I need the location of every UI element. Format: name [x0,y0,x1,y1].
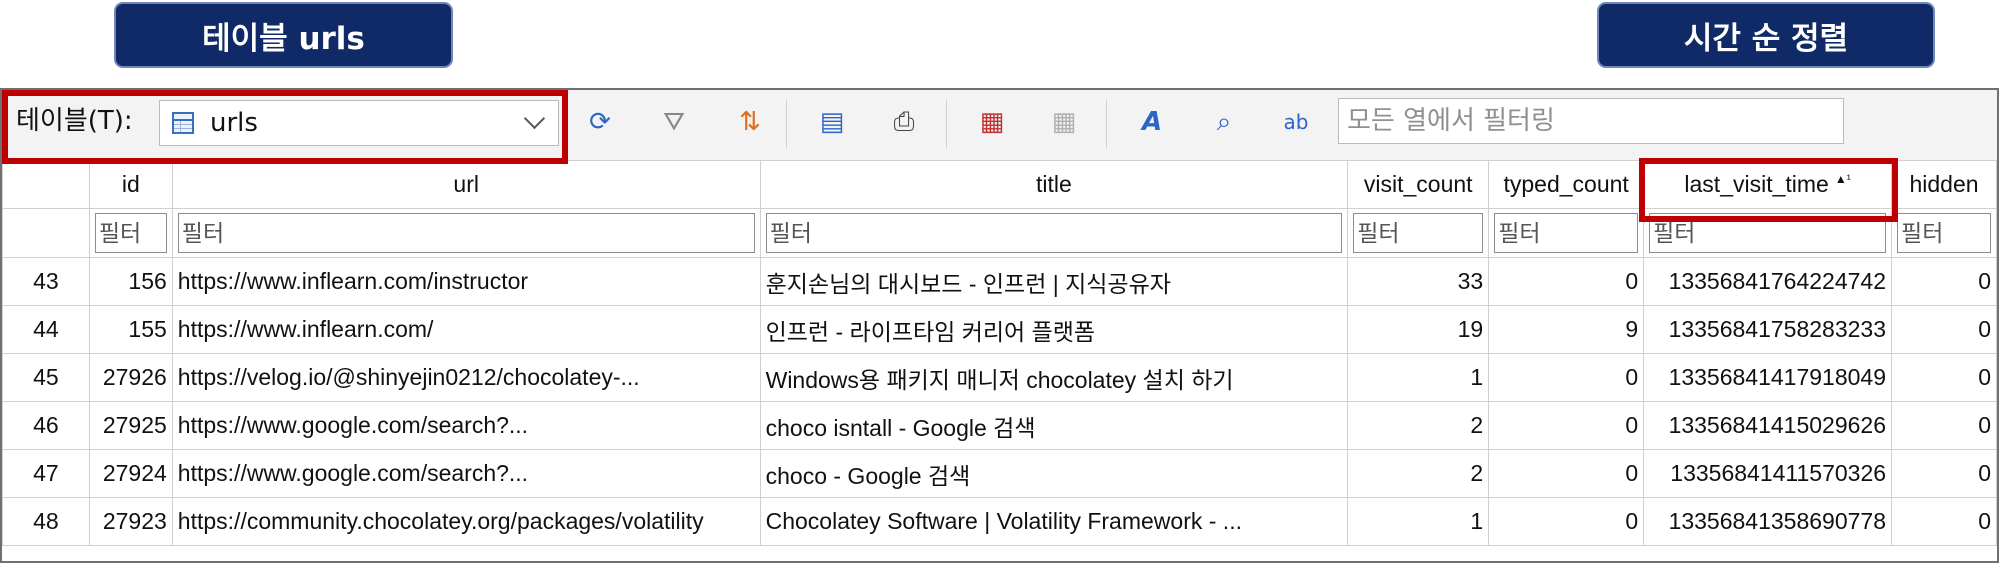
global-filter-input[interactable]: 모든 열에서 필터링 [1338,98,1844,144]
cell-url[interactable]: https://www.inflearn.com/ [171,305,761,354]
cell-visit-count[interactable]: 1 [1347,497,1490,546]
cell-title[interactable]: choco - Google 검색 [759,449,1349,498]
cell-url[interactable]: https://www.google.com/search?... [171,401,761,450]
row-number[interactable]: 43 [2,257,90,306]
cell-title[interactable]: Chocolatey Software | Volatility Framewo… [759,497,1349,546]
cell-url[interactable]: https://www.google.com/search?... [171,449,761,498]
cell-typed-count[interactable]: 0 [1488,449,1645,498]
column-header-visit-count[interactable]: visit_count [1347,160,1490,209]
clear-filter-icon[interactable]: ⛛ [654,102,694,142]
toolbar-separator [946,100,947,148]
table-row[interactable]: 44 155 https://www.inflearn.com/인프런 - 라이프타… [2,305,1997,354]
cell-hidden[interactable]: 0 [1891,353,1997,402]
cell-hidden[interactable]: 0 [1891,257,1997,306]
table-row[interactable]: 47 27924 https://www.google.com/search?...… [2,449,1997,498]
row-number[interactable]: 44 [2,305,90,354]
cell-url[interactable]: https://community.chocolatey.org/package… [171,497,761,546]
cell-last-visit-time[interactable]: 13356841764224742 [1643,257,1893,306]
cell-hidden[interactable]: 0 [1891,401,1997,450]
table-row[interactable]: 45 27926 https://velog.io/@shinyejin0212/c… [2,353,1997,402]
column-header-url[interactable]: url [171,160,761,209]
cell-id[interactable]: 155 [88,305,173,354]
row-number[interactable]: 46 [2,401,90,450]
cell-title[interactable]: choco isntall - Google 검색 [759,401,1349,450]
cell-visit-count[interactable]: 2 [1347,449,1490,498]
cell-typed-count[interactable]: 0 [1488,401,1645,450]
cell-last-visit-time[interactable]: 13356841415029626 [1643,401,1893,450]
column-header-id[interactable]: id [88,160,173,209]
cell-title[interactable]: Windows용 패키지 매니저 chocolatey 설치 하기 [759,353,1349,402]
cell-id[interactable]: 27924 [88,449,173,498]
column-header-title[interactable]: title [759,160,1349,209]
cell-typed-count[interactable]: 0 [1488,257,1645,306]
delete-record-icon[interactable]: ▦ [1044,102,1084,142]
filter-row-corner [2,208,90,258]
table-row[interactable]: 46 27925 https://www.google.com/search?...… [2,401,1997,450]
cell-id[interactable]: 27925 [88,401,173,450]
column-header-typed-count[interactable]: typed_count [1488,160,1645,209]
db-browser-window: 테이블(T): urls ⟳ ⛛ ⇅ ▤ ⎙ ▦ ▦ A ⌕ ab 모든 열에서… [0,88,1999,563]
filter-input-title[interactable]: 필터 [765,213,1343,253]
cell-visit-count[interactable]: 19 [1347,305,1490,354]
callout-time-sort: 시간 순 정렬 [1597,2,1935,68]
row-header-corner [2,160,90,209]
refresh-icon[interactable]: ⟳ [580,102,620,142]
cell-title[interactable]: 훈지손님의 대시보드 - 인프런 | 지식공유자 [759,257,1349,306]
cell-id[interactable]: 27926 [88,353,173,402]
row-number[interactable]: 48 [2,497,90,546]
cell-url[interactable]: https://www.inflearn.com/instructor [171,257,761,306]
cell-last-visit-time[interactable]: 13356841417918049 [1643,353,1893,402]
cell-hidden[interactable]: 0 [1891,449,1997,498]
filter-input-url[interactable]: 필터 [177,213,755,253]
cell-last-visit-time[interactable]: 13356841758283233 [1643,305,1893,354]
row-number[interactable]: 47 [2,449,90,498]
highlight-table-selector [2,90,568,164]
table-row[interactable]: 48 27923 https://community.chocolatey.org/… [2,497,1997,546]
filter-input-id[interactable]: 필터 [94,213,167,253]
cell-typed-count[interactable]: 0 [1488,497,1645,546]
cell-last-visit-time[interactable]: 13356841358690778 [1643,497,1893,546]
toolbar-separator [1106,100,1107,148]
grid-body: 43 156 https://www.inflearn.com/instructor… [2,257,1997,546]
cell-last-visit-time[interactable]: 13356841411570326 [1643,449,1893,498]
toolbar-separator [786,100,787,148]
cell-visit-count[interactable]: 33 [1347,257,1490,306]
cell-id[interactable]: 156 [88,257,173,306]
row-number[interactable]: 45 [2,353,90,402]
filter-input-typed-count[interactable]: 필터 [1494,213,1639,253]
font-style-icon[interactable]: A [1132,102,1172,142]
cell-typed-count[interactable]: 0 [1488,353,1645,402]
cell-id[interactable]: 27923 [88,497,173,546]
find-icon[interactable]: ⌕ [1204,102,1244,142]
filter-input-hidden[interactable]: 필터 [1897,213,1991,253]
cell-hidden[interactable]: 0 [1891,497,1997,546]
cell-hidden[interactable]: 0 [1891,305,1997,354]
callout-table-urls: 테이블 urls [114,2,453,68]
cell-url[interactable]: https://velog.io/@shinyejin0212/chocolat… [171,353,761,402]
filter-input-visit-count[interactable]: 필터 [1353,213,1484,253]
cell-visit-count[interactable]: 1 [1347,353,1490,402]
cell-typed-count[interactable]: 9 [1488,305,1645,354]
cell-title[interactable]: 인프런 - 라이프타임 커리어 플랫폼 [759,305,1349,354]
replace-icon[interactable]: ab [1276,102,1316,142]
table-row[interactable]: 43 156 https://www.inflearn.com/instructor… [2,257,1997,306]
insert-record-icon[interactable]: ▦ [972,102,1012,142]
column-header-hidden[interactable]: hidden [1891,160,1997,209]
save-table-icon[interactable]: ▤ [812,102,852,142]
clear-sort-icon[interactable]: ⇅ [730,102,770,142]
highlight-last-visit-time-column [1639,158,1898,222]
cell-visit-count[interactable]: 2 [1347,401,1490,450]
print-icon[interactable]: ⎙ [884,102,924,142]
